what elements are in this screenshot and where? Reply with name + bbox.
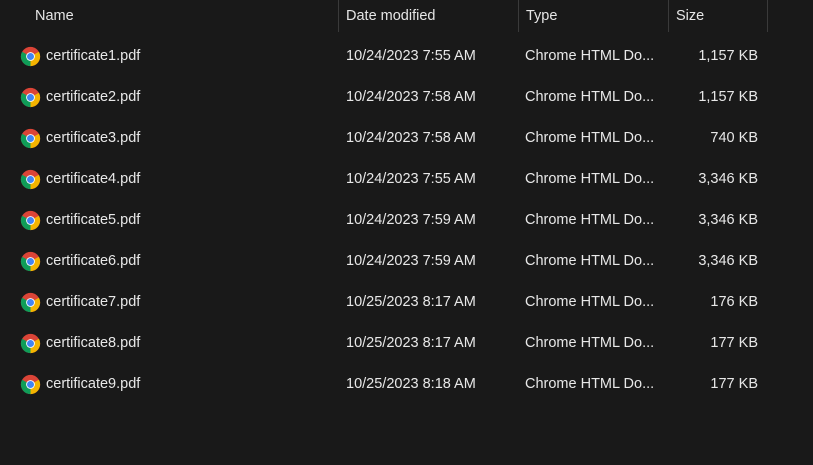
file-name: certificate9.pdf (46, 376, 141, 392)
chrome-icon (20, 169, 41, 190)
chrome-icon (20, 251, 41, 272)
file-size: 177 KB (710, 376, 758, 392)
file-name: certificate3.pdf (46, 130, 141, 146)
file-size: 177 KB (710, 335, 758, 351)
column-divider[interactable] (767, 0, 768, 32)
file-type: Chrome HTML Do... (525, 253, 655, 269)
file-type: Chrome HTML Do... (525, 171, 655, 187)
file-size: 3,346 KB (698, 212, 758, 228)
file-date-modified: 10/25/2023 8:18 AM (346, 376, 476, 392)
file-name: certificate1.pdf (46, 48, 141, 64)
file-name: certificate2.pdf (46, 89, 141, 105)
file-size: 176 KB (710, 294, 758, 310)
chrome-icon (20, 210, 41, 231)
file-date-modified: 10/25/2023 8:17 AM (346, 335, 476, 351)
file-name: certificate8.pdf (46, 335, 141, 351)
file-explorer-details-view: Name ⌃ Date modified Type Size certifica… (0, 0, 813, 465)
file-list: certificate1.pdf 10/24/2023 7:55 AM Chrome… (0, 36, 813, 405)
file-date-modified: 10/24/2023 7:59 AM (346, 253, 476, 269)
file-size: 1,157 KB (698, 48, 758, 64)
file-date-modified: 10/24/2023 7:59 AM (346, 212, 476, 228)
file-row[interactable]: certificate4.pdf 10/24/2023 7:55 AM Chrome… (0, 159, 813, 200)
file-row[interactable]: certificate1.pdf 10/24/2023 7:55 AM Chrome… (0, 36, 813, 77)
chrome-icon (20, 292, 41, 313)
column-header-type[interactable]: Type (518, 0, 668, 32)
file-type: Chrome HTML Do... (525, 89, 655, 105)
chrome-icon (20, 46, 41, 67)
file-name: certificate5.pdf (46, 212, 141, 228)
file-type: Chrome HTML Do... (525, 212, 655, 228)
file-row[interactable]: certificate9.pdf 10/25/2023 8:18 AM Chrome… (0, 364, 813, 405)
chrome-icon (20, 128, 41, 149)
file-size: 1,157 KB (698, 89, 758, 105)
file-type: Chrome HTML Do... (525, 335, 655, 351)
file-row[interactable]: certificate7.pdf 10/25/2023 8:17 AM Chrome… (0, 282, 813, 323)
file-size: 740 KB (710, 130, 758, 146)
file-row[interactable]: certificate3.pdf 10/24/2023 7:58 AM Chrome… (0, 118, 813, 159)
file-row[interactable]: certificate5.pdf 10/24/2023 7:59 AM Chrome… (0, 200, 813, 241)
file-date-modified: 10/24/2023 7:55 AM (346, 171, 476, 187)
file-row[interactable]: certificate8.pdf 10/25/2023 8:17 AM Chrome… (0, 323, 813, 364)
file-type: Chrome HTML Do... (525, 130, 655, 146)
column-header-bar: Name ⌃ Date modified Type Size (0, 0, 813, 32)
file-name: certificate7.pdf (46, 294, 141, 310)
file-date-modified: 10/24/2023 7:58 AM (346, 89, 476, 105)
column-header-name[interactable]: Name (0, 0, 338, 32)
column-header-size[interactable]: Size (668, 0, 768, 32)
chrome-icon (20, 333, 41, 354)
column-header-date-modified[interactable]: Date modified (338, 0, 518, 32)
file-type: Chrome HTML Do... (525, 294, 655, 310)
chrome-icon (20, 374, 41, 395)
file-size: 3,346 KB (698, 253, 758, 269)
file-size: 3,346 KB (698, 171, 758, 187)
file-row[interactable]: certificate6.pdf 10/24/2023 7:59 AM Chrome… (0, 241, 813, 282)
file-type: Chrome HTML Do... (525, 376, 655, 392)
chevron-up-icon: ⌃ (176, 0, 186, 5)
file-type: Chrome HTML Do... (525, 48, 655, 64)
file-name: certificate4.pdf (46, 171, 141, 187)
file-name: certificate6.pdf (46, 253, 141, 269)
file-date-modified: 10/25/2023 8:17 AM (346, 294, 476, 310)
file-date-modified: 10/24/2023 7:58 AM (346, 130, 476, 146)
file-row[interactable]: certificate2.pdf 10/24/2023 7:58 AM Chrome… (0, 77, 813, 118)
chrome-icon (20, 87, 41, 108)
file-date-modified: 10/24/2023 7:55 AM (346, 48, 476, 64)
